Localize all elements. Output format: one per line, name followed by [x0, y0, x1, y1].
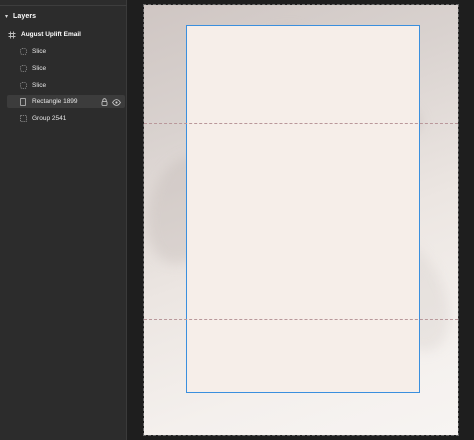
slice-guide-line — [144, 319, 458, 320]
artboard-frame[interactable] — [143, 4, 459, 436]
layer-item-frame[interactable]: August Uplift Email — [7, 28, 125, 41]
layers-title: Layers — [13, 12, 37, 20]
panel-divider — [0, 5, 127, 6]
layer-label: Group 2541 — [32, 115, 67, 122]
slice-guide-line — [144, 123, 458, 124]
design-canvas[interactable] — [127, 0, 474, 440]
eye-icon[interactable] — [112, 93, 121, 111]
layer-label: Slice — [32, 65, 47, 72]
rectangle-icon — [18, 97, 28, 107]
layer-actions — [101, 95, 121, 108]
layer-item-slice[interactable]: Slice — [18, 45, 125, 58]
frame-grid-icon — [7, 30, 17, 40]
layer-item-slice[interactable]: Slice — [18, 79, 125, 92]
layer-label: Slice — [32, 48, 47, 55]
layers-panel: ▾ Layers August Uplift Email Slice Slice — [0, 0, 127, 440]
layer-item-group[interactable]: Group 2541 — [18, 112, 125, 125]
lock-icon[interactable] — [101, 93, 108, 111]
slice-icon — [18, 47, 28, 57]
layers-header[interactable]: ▾ Layers — [0, 8, 127, 24]
layer-label: August Uplift Email — [21, 31, 81, 38]
selected-rectangle[interactable] — [186, 25, 420, 393]
chevron-down-icon[interactable]: ▾ — [3, 13, 10, 20]
slice-icon — [18, 81, 28, 91]
slice-icon — [18, 64, 28, 74]
layer-item-slice[interactable]: Slice — [18, 62, 125, 75]
layer-item-rectangle[interactable]: Rectangle 1899 — [7, 95, 125, 108]
group-icon — [18, 114, 28, 124]
layer-label: Rectangle 1899 — [32, 98, 78, 105]
layer-label: Slice — [32, 82, 47, 89]
